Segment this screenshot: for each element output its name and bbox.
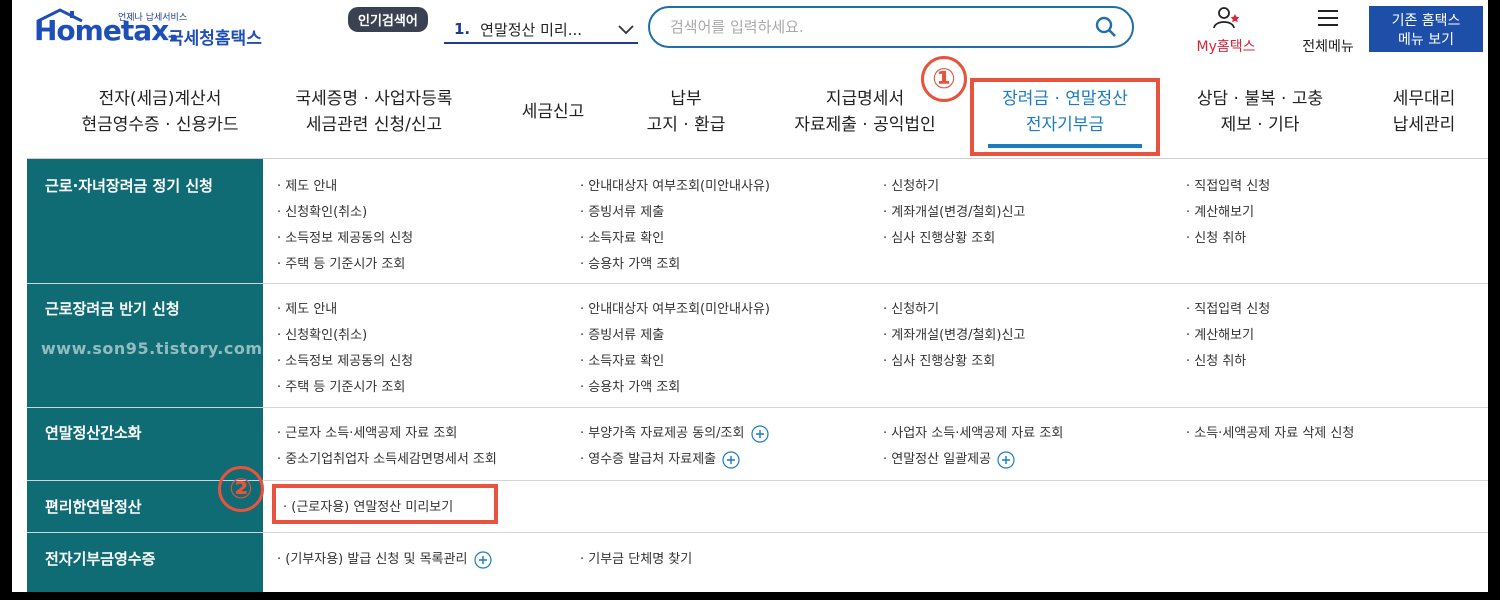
gnb-label-line2: 자료제출 · 공익법인 <box>794 115 936 135</box>
gnb-tax-agent[interactable]: 세무대리 납세관리 <box>1374 86 1474 138</box>
menu-link[interactable]: · 증빙서류 제출 <box>580 324 664 343</box>
menu-link[interactable]: · 신청확인(취소) <box>277 201 367 220</box>
all-menu-button[interactable]: 전체메뉴 <box>1286 6 1370 56</box>
menu-link[interactable]: · 신청 취하 <box>1186 350 1246 369</box>
menu-link[interactable]: · 계좌개설(변경/철회)신고 <box>883 201 1025 220</box>
menu-link[interactable]: · 소득·세액공제 자료 삭제 신청 <box>1186 422 1354 441</box>
menu-link[interactable]: · 주택 등 기준시가 조회 <box>277 376 405 395</box>
logo-name: 국세청홈택스 <box>168 29 262 49</box>
menu-link[interactable]: · 직접입력 신청 <box>1186 175 1270 194</box>
gnb-label-line2: 현금영수증 · 신용카드 <box>81 115 239 135</box>
annotation-box-2 <box>272 484 498 524</box>
gnb-label-line2: 납세관리 <box>1392 115 1456 135</box>
menu-link[interactable]: · 신청하기 <box>883 298 939 317</box>
mega-menu: www.son95.tistory.com 근로·자녀장려금 정기 신청 · 제… <box>27 158 1488 592</box>
gnb-certificate[interactable]: 국세증명 · 사업자등록 세금관련 신청/신고 <box>274 86 474 138</box>
app-frame: 언제나 납세서비스 Hometax. 국세청홈택스 인기검색어 1. 연말정산 … <box>12 0 1488 592</box>
gnb-label-line2: 고지 · 환급 <box>646 115 726 135</box>
menu-link[interactable]: · 제도 안내 <box>277 298 337 317</box>
gnb-label-line1: 세무대리 <box>1392 89 1456 109</box>
gnb-label-line1: 납부 <box>670 89 702 109</box>
my-hometax-button[interactable]: My홈택스 <box>1178 6 1274 56</box>
menu-link[interactable]: · 사업자 소득·세액공제 자료 조회 <box>883 422 1063 441</box>
menu-link[interactable]: · 소득정보 제공동의 신청 <box>277 227 413 246</box>
annotation-box-1 <box>970 78 1160 156</box>
menu-link[interactable]: · 안내대상자 여부조회(미안내사유) <box>580 175 770 194</box>
popular-rank: 1. <box>454 20 471 38</box>
menu-link[interactable]: · 영수증 발급처 자료제출 <box>580 448 740 469</box>
menu-link[interactable]: · 증빙서류 제출 <box>580 201 664 220</box>
search-bar <box>648 6 1134 48</box>
mega-menu-sidebar <box>27 159 263 592</box>
gnb-tax-filing[interactable]: 세금신고 <box>504 99 602 125</box>
menu-link[interactable]: · 계좌개설(변경/철회)신고 <box>883 324 1025 343</box>
chevron-down-icon[interactable] <box>614 17 638 41</box>
gnb-label-line1: 전자(세금)계산서 <box>98 89 222 109</box>
menu-link[interactable]: · 심사 진행상황 조회 <box>883 350 995 369</box>
old-button-line2: 메뉴 보기 <box>1398 32 1454 48</box>
menu-link[interactable]: · 신청확인(취소) <box>277 324 367 343</box>
menu-link[interactable]: · 심사 진행상황 조회 <box>883 227 995 246</box>
gnb-e-invoice[interactable]: 전자(세금)계산서 현금영수증 · 신용카드 <box>50 86 270 138</box>
section-divider <box>27 407 1488 408</box>
section-title-incentive: 근로·자녀장려금 정기 신청 <box>45 177 213 195</box>
gnb-payment[interactable]: 납부 고지 · 환급 <box>624 86 748 138</box>
gnb-consult[interactable]: 상담 · 불복 · 고충 제보 · 기타 <box>1172 86 1348 138</box>
menu-link[interactable]: · 소득자료 확인 <box>580 350 664 369</box>
watermark: www.son95.tistory.com <box>41 339 263 358</box>
menu-link[interactable]: · 연말정산 일괄제공 <box>883 448 1015 469</box>
menu-link[interactable]: · 승용차 가액 조회 <box>580 376 680 395</box>
menu-link-label: · (기부자용) 발급 신청 및 목록관리 <box>277 552 468 567</box>
section-title-donation-receipt: 전자기부금영수증 <box>45 550 156 568</box>
gnb-label-line2: 세금관련 신청/신고 <box>305 115 443 135</box>
menu-link[interactable]: · 주택 등 기준시가 조회 <box>277 253 405 272</box>
section-divider <box>27 283 1488 284</box>
menu-link[interactable]: · (기부자용) 발급 신청 및 목록관리 <box>277 548 492 569</box>
search-icon[interactable] <box>1094 15 1118 39</box>
gnb-label-line1: 상담 · 불복 · 고충 <box>1196 89 1324 109</box>
annotation-number-2: ② <box>218 466 264 512</box>
menu-link[interactable]: · 안내대상자 여부조회(미안내사유) <box>580 298 770 317</box>
section-title-convenient: 편리한연말정산 <box>45 498 142 516</box>
section-title-half-year: 근로장려금 반기 신청 <box>45 300 180 318</box>
menu-link[interactable]: · 기부금 단체명 찾기 <box>580 548 692 567</box>
hamburger-icon <box>1318 10 1338 26</box>
menu-link-label: · 연말정산 일괄제공 <box>883 452 992 467</box>
gnb-label-line1: 국세증명 · 사업자등록 <box>295 89 453 109</box>
annotation-number-1: ① <box>921 56 967 102</box>
menu-link[interactable]: · 소득자료 확인 <box>580 227 664 246</box>
menu-link[interactable]: · 신청하기 <box>883 175 939 194</box>
plus-circle-icon[interactable] <box>722 450 740 469</box>
menu-link[interactable]: · 직접입력 신청 <box>1186 298 1270 317</box>
menu-link-label: · 부양가족 자료제공 동의/조회 <box>580 426 745 441</box>
menu-link[interactable]: · 신청 취하 <box>1186 227 1246 246</box>
plus-circle-icon[interactable] <box>750 424 769 443</box>
plus-circle-icon[interactable] <box>473 550 492 569</box>
popular-search-text: 연말정산 미리... <box>480 20 583 39</box>
popular-search-badge: 인기검색어 <box>348 7 428 32</box>
logo-brand: Hometax. <box>34 14 179 47</box>
user-icon <box>1213 7 1240 29</box>
menu-link[interactable]: · 근로자 소득·세액공제 자료 조회 <box>277 422 457 441</box>
menu-link[interactable]: · 제도 안내 <box>277 175 337 194</box>
gnb-label-line2: 제보 · 기타 <box>1220 115 1300 135</box>
menu-link[interactable]: · 승용차 가액 조회 <box>580 253 680 272</box>
all-menu-label: 전체메뉴 <box>1302 39 1354 55</box>
old-hometax-menu-button[interactable]: 기존 홈택스 메뉴 보기 <box>1369 6 1483 52</box>
popular-search-select[interactable]: 1. 연말정산 미리... <box>444 16 638 44</box>
section-divider <box>27 532 1488 533</box>
menu-link[interactable]: · 중소기업취업자 소득세감면명세서 조회 <box>277 448 497 467</box>
menu-link[interactable]: · 부양가족 자료제공 동의/조회 <box>580 422 769 443</box>
menu-link[interactable]: · 소득정보 제공동의 신청 <box>277 350 413 369</box>
search-input[interactable] <box>670 18 1094 36</box>
my-hometax-label: My홈택스 <box>1196 39 1256 55</box>
old-button-line1: 기존 홈택스 <box>1391 13 1461 29</box>
hometax-logo[interactable]: 언제나 납세서비스 Hometax. 국세청홈택스 <box>34 8 294 52</box>
gnb-label-line1: 세금신고 <box>521 102 585 122</box>
menu-link[interactable]: · 계산해보기 <box>1186 324 1254 343</box>
section-title-simplified: 연말정산간소화 <box>45 424 142 442</box>
plus-circle-icon[interactable] <box>997 450 1015 469</box>
menu-link[interactable]: · 계산해보기 <box>1186 201 1254 220</box>
menu-link-label: · 영수증 발급처 자료제출 <box>580 452 717 467</box>
